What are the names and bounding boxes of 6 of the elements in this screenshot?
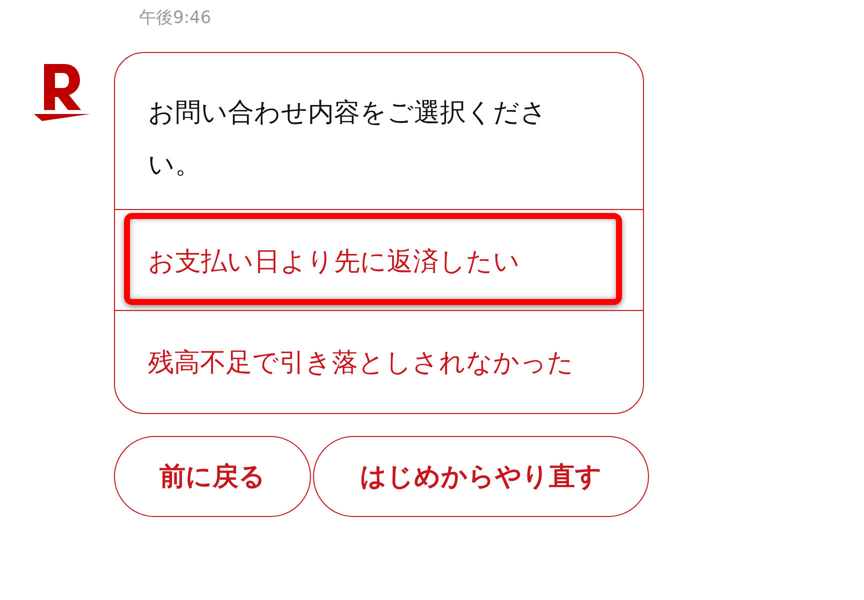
option-item[interactable]: お支払い日より先に返済したい [115,209,643,312]
chat-button[interactable]: 前に戻る [114,436,311,517]
message-timestamp: 午後9:46 [139,7,212,30]
chat-button[interactable]: はじめからやり直す [313,436,649,517]
message-text: お問い合わせ内容をご選択ください。 [148,97,548,182]
option-item[interactable]: 残高不足で引き落としされなかった [115,310,643,413]
